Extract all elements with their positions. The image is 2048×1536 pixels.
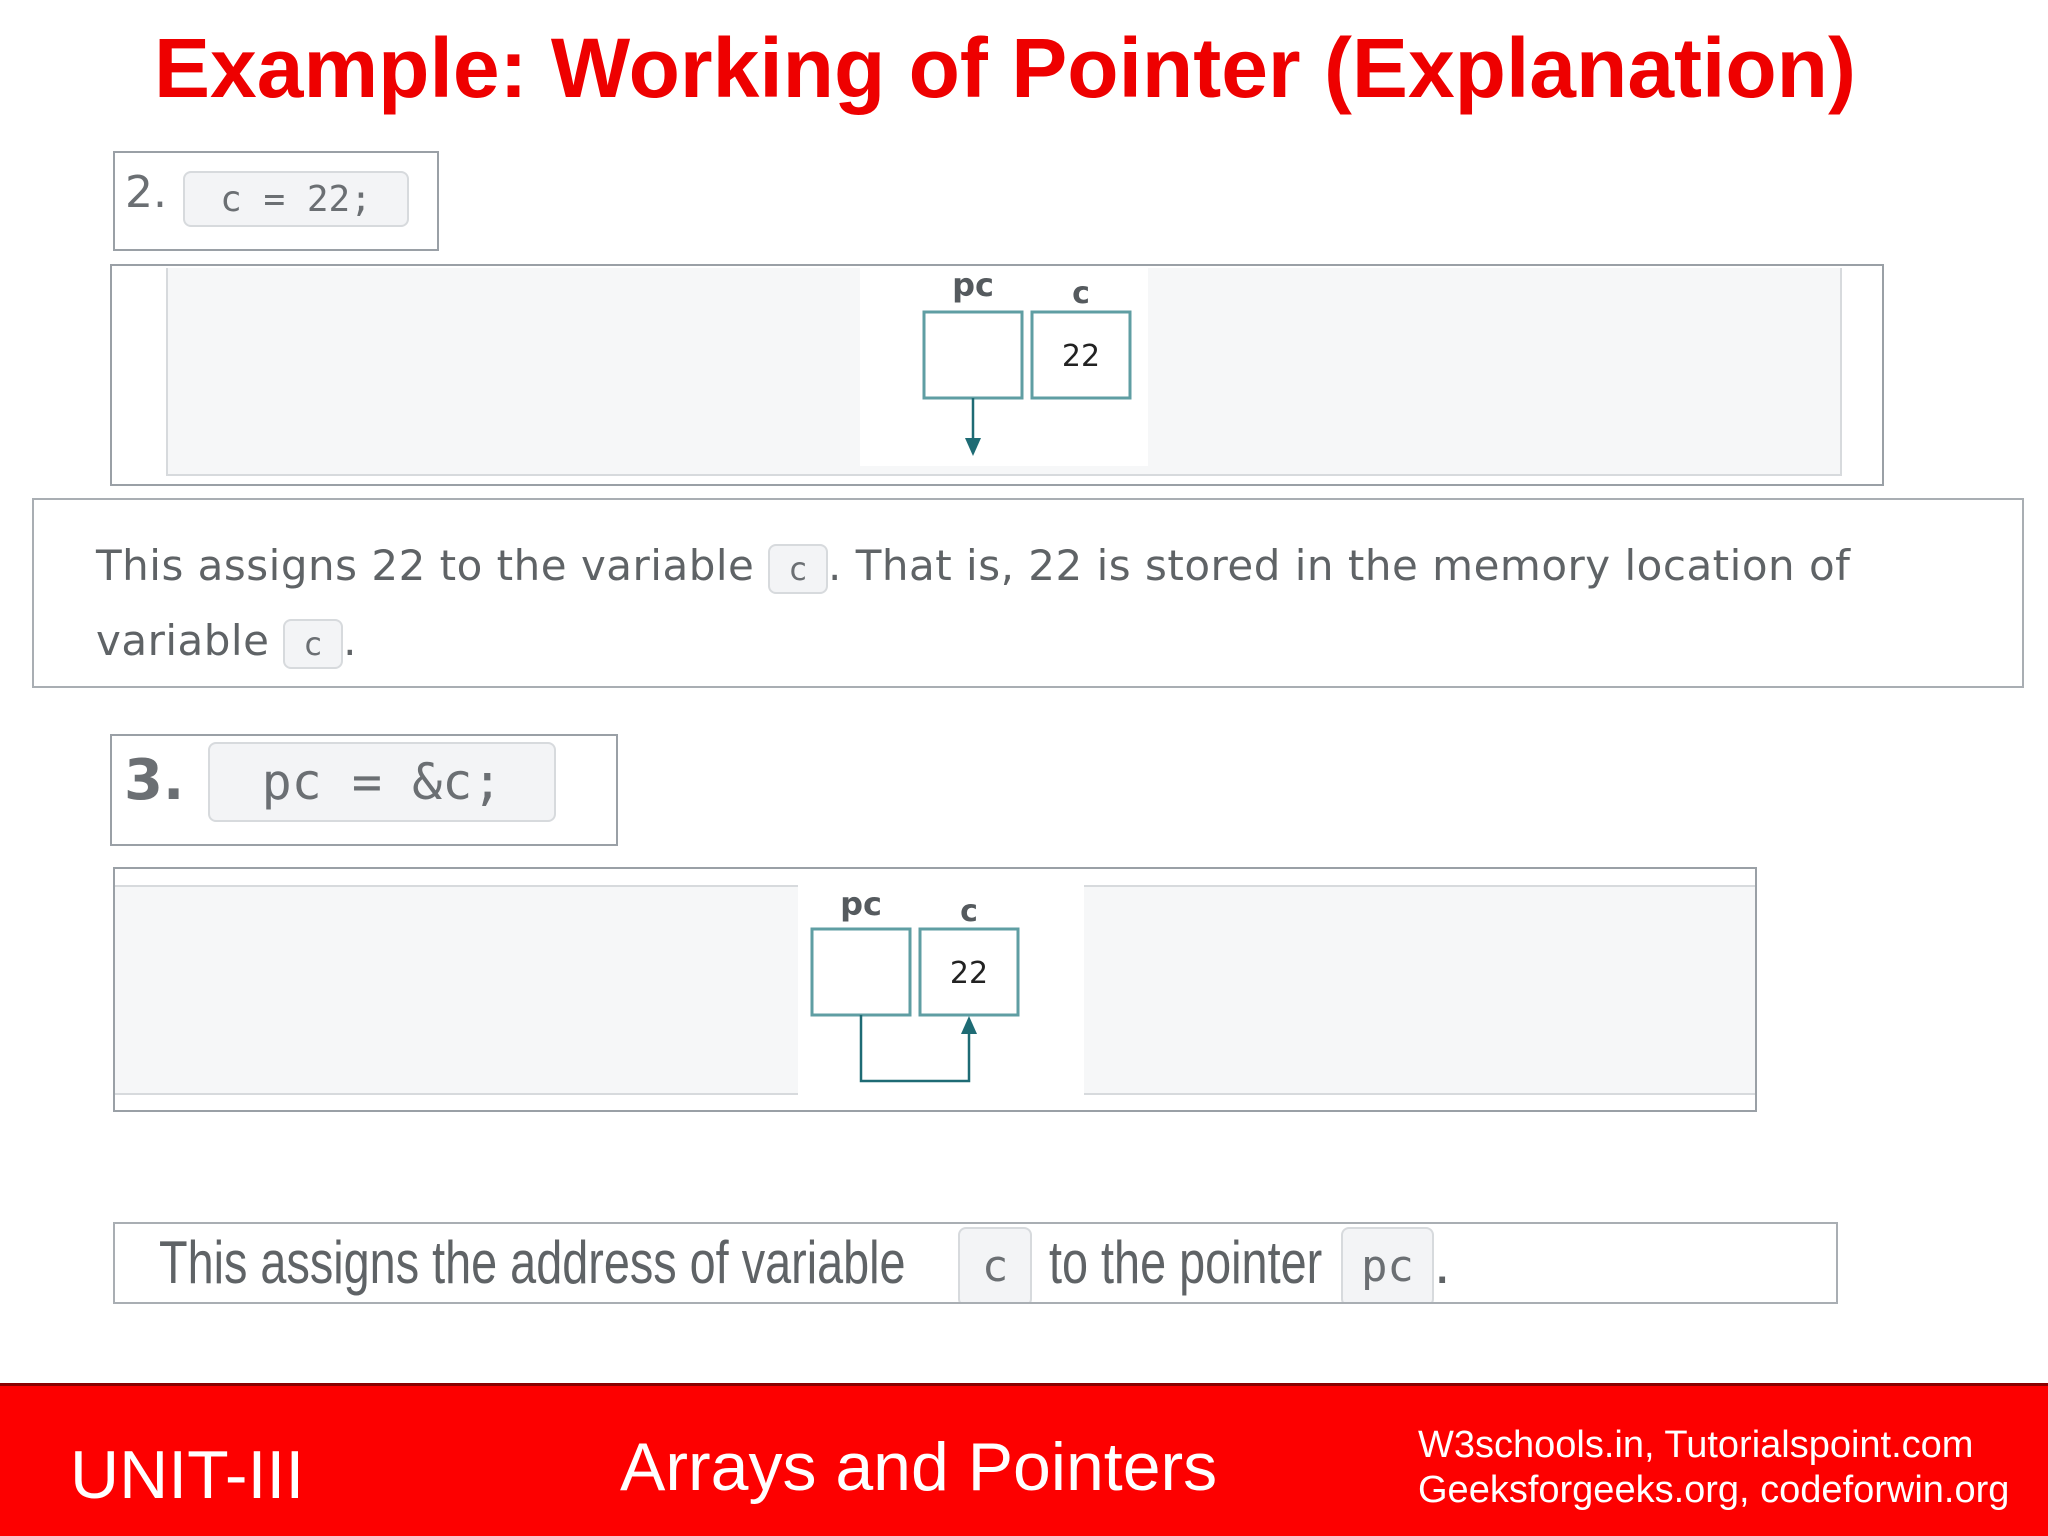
step3-c-label: c <box>960 894 978 929</box>
step2-c-label: c <box>1072 276 1090 311</box>
step2-code: c = 22; <box>183 171 409 227</box>
step2-c-value: 22 <box>1062 339 1100 374</box>
footer-sources-line1: W3schools.in, Tutorialspoint.com <box>1418 1424 1974 1466</box>
step2-explanation-line1: This assigns 22 to the variable c. That … <box>96 528 2022 603</box>
step3-diagram: pc c 22 <box>798 884 1084 1096</box>
step2-explain-part1: This assigns 22 to the variable <box>96 541 755 590</box>
step3-code-box: 3. pc = &c; <box>110 734 618 846</box>
step2-explain-chip2: c <box>283 618 344 669</box>
slide-title: Example: Working of Pointer (Explanation… <box>154 21 1856 115</box>
step2-explain-part4: . <box>343 616 357 665</box>
step3-c-value: 22 <box>950 956 988 991</box>
step2-explain-chip1: c <box>768 543 829 594</box>
footer-unit: UNIT-III <box>70 1437 305 1513</box>
step3-number: 3. <box>124 748 185 813</box>
step2-explanation-line2: variable c. <box>96 603 2022 678</box>
step3-explanation-box: This assigns the address of variable c t… <box>113 1222 1838 1304</box>
footer-bar: UNIT-III Arrays and Pointers W3schools.i… <box>0 1383 2048 1536</box>
step3-explain-chip1: c <box>957 1227 1033 1302</box>
footer-sources-line2: Geeksforgeeks.org, codeforwin.org <box>1418 1469 2010 1511</box>
step3-explain-part2: to the pointer <box>1049 1229 1323 1296</box>
step2-pc-cell <box>922 310 1024 400</box>
step3-diagram-frame: pc c 22 <box>113 867 1757 1112</box>
footer-topic: Arrays and Pointers <box>620 1429 1218 1505</box>
step2-explain-part3: variable <box>96 616 270 665</box>
step3-explain-part1: This assigns the address of variable <box>159 1229 906 1296</box>
step2-pc-label: pc <box>952 266 994 304</box>
step2-code-box: 2. c = 22; <box>113 151 439 251</box>
step3-pc-label: pc <box>840 885 882 923</box>
step3-explain-chip2: pc <box>1340 1227 1434 1302</box>
step2-diagram-frame: pc c 22 <box>110 264 1884 486</box>
step2-number: 2. <box>125 167 167 218</box>
step3-code: pc = &c; <box>208 742 556 822</box>
step3-pc-cell <box>810 927 912 1017</box>
step3-explain-part3: . <box>1433 1229 1451 1296</box>
step2-explain-part2: . That is, 22 is stored in the memory lo… <box>828 541 1851 590</box>
step2-explanation-box: This assigns 22 to the variable c. That … <box>32 498 2024 688</box>
step2-diagram: pc c 22 <box>860 266 1148 466</box>
